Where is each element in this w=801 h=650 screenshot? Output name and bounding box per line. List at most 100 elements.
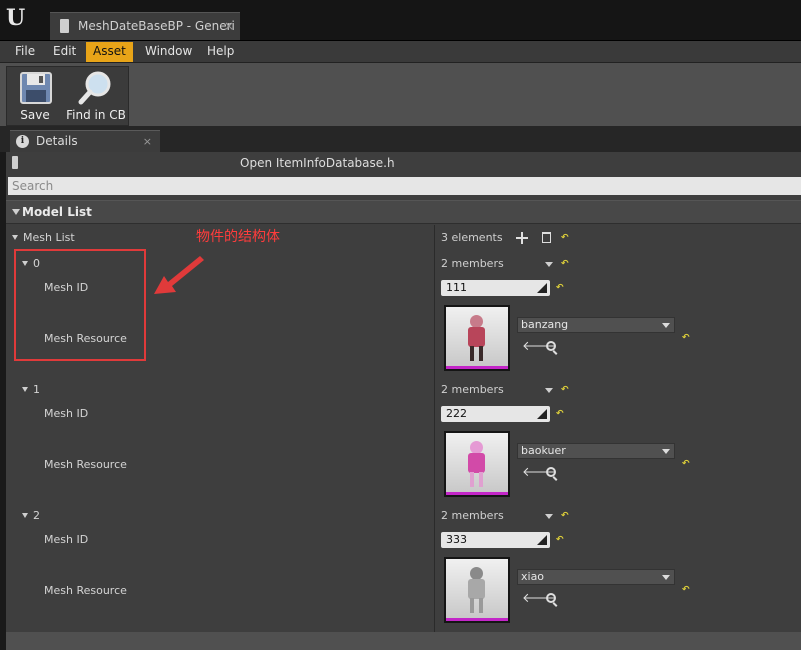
drag-handle-icon[interactable] bbox=[537, 409, 547, 419]
element-2-mesh-id-label: Mesh ID bbox=[44, 533, 89, 546]
title-bar: U MeshDateBaseBP - Generi × bbox=[0, 0, 801, 40]
mesh-preview-image bbox=[446, 433, 508, 495]
details-tab-label: Details bbox=[36, 134, 78, 148]
element-options-icon[interactable] bbox=[545, 262, 553, 267]
column-divider[interactable] bbox=[434, 225, 435, 632]
element-1-asset-name: baokuer bbox=[521, 444, 566, 457]
element-2-asset-combo[interactable]: xiao bbox=[517, 569, 675, 585]
close-tab-icon[interactable]: × bbox=[224, 13, 234, 40]
reset-to-default-icon[interactable]: ↶ bbox=[682, 333, 690, 343]
annotation-arrow-icon bbox=[154, 256, 204, 294]
expand-arrow-icon[interactable] bbox=[22, 513, 28, 518]
drag-handle-icon[interactable] bbox=[537, 535, 547, 545]
pin-icon[interactable] bbox=[12, 156, 18, 169]
save-button[interactable]: Save bbox=[9, 67, 61, 125]
figure-body bbox=[468, 579, 485, 599]
category-model-list[interactable]: Model List bbox=[6, 200, 801, 224]
figure-body bbox=[468, 453, 485, 473]
element-options-icon[interactable] bbox=[545, 514, 553, 519]
reset-to-default-icon[interactable]: ↶ bbox=[561, 385, 569, 395]
mesh-list-row[interactable]: Mesh List bbox=[12, 231, 75, 244]
collapse-arrow-icon[interactable] bbox=[12, 209, 20, 215]
element-2-resource-label: Mesh Resource bbox=[44, 584, 127, 597]
element-2-mesh-id-field[interactable]: 333 bbox=[441, 532, 550, 548]
element-2-row[interactable]: 2 bbox=[22, 509, 40, 522]
element-0-members: 2 members bbox=[441, 257, 504, 270]
menu-bar: File Edit Asset Window Help bbox=[0, 40, 801, 62]
element-options-icon[interactable] bbox=[545, 388, 553, 393]
element-0-mesh-id-field[interactable]: 111 bbox=[441, 280, 550, 296]
reset-to-default-icon[interactable]: ↶ bbox=[556, 535, 564, 545]
document-tab-title: MeshDateBaseBP - Generi bbox=[78, 19, 235, 33]
trash-icon[interactable] bbox=[542, 232, 551, 243]
reset-to-default-icon[interactable]: ↶ bbox=[682, 585, 690, 595]
drag-handle-icon[interactable] bbox=[537, 283, 547, 293]
figure-legs bbox=[470, 598, 483, 613]
reset-to-default-icon[interactable]: ↶ bbox=[682, 459, 690, 469]
element-1-mesh-id-field[interactable]: 222 bbox=[441, 406, 550, 422]
reset-to-default-icon[interactable]: ↶ bbox=[556, 283, 564, 293]
document-tab[interactable]: MeshDateBaseBP - Generi × bbox=[50, 12, 240, 40]
reset-to-default-icon[interactable]: ↶ bbox=[561, 259, 569, 269]
reset-to-default-icon[interactable]: ↶ bbox=[561, 511, 569, 521]
panel-footer bbox=[6, 632, 801, 650]
mesh-preview-image bbox=[446, 559, 508, 621]
element-1-row[interactable]: 1 bbox=[22, 383, 40, 396]
menu-asset[interactable]: Asset bbox=[86, 42, 133, 62]
menu-edit[interactable]: Edit bbox=[46, 42, 83, 62]
figure-legs bbox=[470, 472, 483, 487]
element-1-asset-combo[interactable]: baokuer bbox=[517, 443, 675, 459]
element-2-index: 2 bbox=[33, 509, 40, 522]
menu-window[interactable]: Window bbox=[138, 42, 199, 62]
element-2-members: 2 members bbox=[441, 509, 504, 522]
annotation-label: 物件的结构体 bbox=[196, 229, 280, 245]
details-panel: Open ItemInfoDatabase.h Search Model Lis… bbox=[6, 152, 801, 650]
info-icon: i bbox=[16, 135, 29, 148]
browse-icon[interactable] bbox=[546, 341, 556, 351]
magnifier-icon bbox=[78, 71, 111, 105]
element-1-mesh-id-value: 222 bbox=[446, 407, 467, 420]
category-title: Model List bbox=[22, 205, 92, 219]
tab-details[interactable]: i Details × bbox=[10, 130, 160, 152]
element-1-members: 2 members bbox=[441, 383, 504, 396]
element-1-thumbnail[interactable] bbox=[444, 431, 510, 497]
browse-icon[interactable] bbox=[546, 593, 556, 603]
element-0-mesh-id-value: 111 bbox=[446, 281, 467, 294]
element-2-thumbnail[interactable] bbox=[444, 557, 510, 623]
search-input[interactable]: Search bbox=[8, 177, 801, 195]
element-2-mesh-id-value: 333 bbox=[446, 533, 467, 546]
panel-tab-strip: i Details × bbox=[0, 126, 801, 152]
expand-arrow-icon[interactable] bbox=[22, 387, 28, 392]
close-details-icon[interactable]: × bbox=[143, 131, 152, 152]
figure-legs bbox=[470, 346, 483, 361]
expand-arrow-icon[interactable] bbox=[12, 235, 18, 240]
add-element-icon[interactable] bbox=[516, 232, 528, 244]
mesh-list-label: Mesh List bbox=[23, 231, 75, 244]
details-header: Open ItemInfoDatabase.h bbox=[6, 152, 801, 176]
save-icon bbox=[20, 72, 52, 104]
menu-file[interactable]: File bbox=[8, 42, 42, 62]
unreal-logo-icon: U bbox=[6, 5, 26, 31]
dropdown-arrow-icon bbox=[662, 323, 670, 328]
reset-to-default-icon[interactable]: ↶ bbox=[556, 409, 564, 419]
figure-body bbox=[468, 327, 485, 347]
browse-icon[interactable] bbox=[546, 467, 556, 477]
toolbar-panel: Save Find in CB bbox=[6, 66, 129, 126]
elements-count: 3 elements bbox=[441, 231, 503, 244]
find-in-cb-button[interactable]: Find in CB bbox=[63, 67, 129, 125]
element-0-asset-combo[interactable]: banzang bbox=[517, 317, 675, 333]
element-0-asset-name: banzang bbox=[521, 318, 569, 331]
annotation-highlight-box bbox=[14, 249, 146, 361]
reset-to-default-icon[interactable]: ↶ bbox=[561, 233, 569, 243]
save-label: Save bbox=[20, 108, 50, 122]
toolbar: Save Find in CB bbox=[0, 62, 801, 126]
element-2-asset-name: xiao bbox=[521, 570, 545, 583]
blueprint-doc-icon bbox=[60, 19, 69, 33]
dropdown-arrow-icon bbox=[662, 575, 670, 580]
open-source-link[interactable]: Open ItemInfoDatabase.h bbox=[240, 156, 395, 170]
dropdown-arrow-icon bbox=[662, 449, 670, 454]
menu-help[interactable]: Help bbox=[200, 42, 241, 62]
find-in-cb-label: Find in CB bbox=[66, 108, 126, 122]
element-1-mesh-id-label: Mesh ID bbox=[44, 407, 89, 420]
element-0-thumbnail[interactable] bbox=[444, 305, 510, 371]
